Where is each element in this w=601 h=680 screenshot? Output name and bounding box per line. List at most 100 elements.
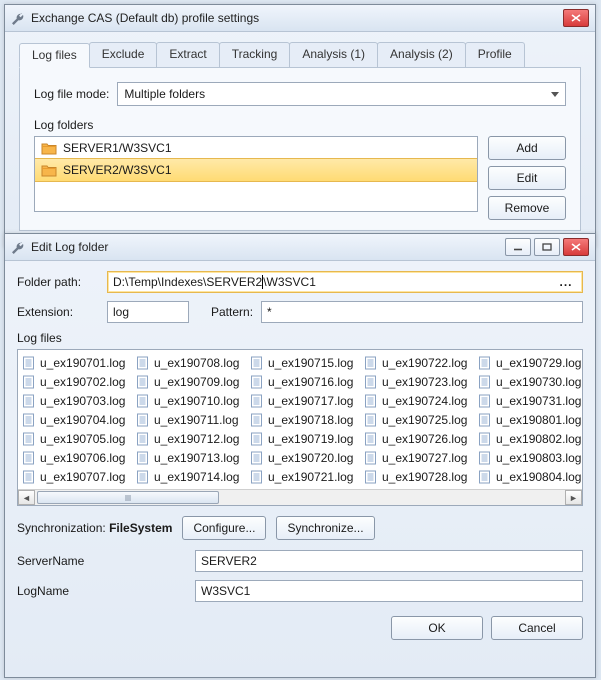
log-file-item[interactable]: u_ex190704.log [22,411,130,429]
log-file-item[interactable]: u_ex190717.log [250,392,358,410]
folder-path-value-b: \W3SVC1 [263,275,316,289]
close-button[interactable] [563,238,589,256]
log-file-item[interactable]: u_ex190803.log [478,449,582,467]
log-file-name: u_ex190803.log [496,451,581,465]
log-file-item[interactable]: u_ex190802.log [478,430,582,448]
log-file-item[interactable]: u_ex190708.log [136,354,244,372]
log-file-item[interactable]: u_ex190730.log [478,373,582,391]
document-icon [250,432,264,446]
servername-input[interactable]: SERVER2 [195,550,583,572]
logname-value: W3SVC1 [201,584,250,598]
add-button[interactable]: Add [488,136,566,160]
folder-item[interactable]: SERVER2/W3SVC1 [34,158,478,182]
log-file-item[interactable]: u_ex190727.log [364,449,472,467]
log-file-item[interactable]: u_ex190729.log [478,354,582,372]
log-file-item[interactable]: u_ex190714.log [136,468,244,486]
tab-analysis-1-[interactable]: Analysis (1) [289,42,378,67]
log-file-item[interactable]: u_ex190721.log [250,468,358,486]
log-file-item[interactable]: u_ex190713.log [136,449,244,467]
document-icon [478,432,492,446]
log-file-name: u_ex190709.log [154,375,239,389]
folder-icon [41,141,57,155]
log-file-name: u_ex190720.log [268,451,353,465]
close-button[interactable] [563,9,589,27]
pattern-label: Pattern: [211,305,253,319]
extension-label: Extension: [17,305,99,319]
log-file-name: u_ex190711.log [154,413,239,427]
scroll-right-button[interactable]: ► [565,490,582,505]
synchronize-button[interactable]: Synchronize... [276,516,374,540]
document-icon [250,413,264,427]
tab-profile[interactable]: Profile [465,42,525,67]
folder-path-input[interactable]: D:\Temp\Indexes\SERVER2\W3SVC1 ... [107,271,583,293]
document-icon [478,394,492,408]
log-file-item[interactable]: u_ex190724.log [364,392,472,410]
log-file-item[interactable]: u_ex190722.log [364,354,472,372]
document-icon [22,375,36,389]
tab-analysis-2-[interactable]: Analysis (2) [377,42,466,67]
log-file-item[interactable]: u_ex190804.log [478,468,582,486]
log-file-item[interactable]: u_ex190731.log [478,392,582,410]
log-file-item[interactable]: u_ex190715.log [250,354,358,372]
document-icon [22,451,36,465]
log-file-item[interactable]: u_ex190716.log [250,373,358,391]
log-file-item[interactable]: u_ex190728.log [364,468,472,486]
document-icon [250,394,264,408]
extension-input[interactable]: log [107,301,189,323]
document-icon [364,451,378,465]
log-file-item[interactable]: u_ex190723.log [364,373,472,391]
scroll-thumb[interactable] [37,491,219,504]
browse-button[interactable]: ... [555,275,577,289]
log-file-item[interactable]: u_ex190725.log [364,411,472,429]
log-file-name: u_ex190712.log [154,432,239,446]
log-folders-list[interactable]: SERVER1/W3SVC1SERVER2/W3SVC1 [34,136,478,212]
extension-value: log [113,305,129,319]
log-file-item[interactable]: u_ex190705.log [22,430,130,448]
log-file-item[interactable]: u_ex190719.log [250,430,358,448]
log-file-item[interactable]: u_ex190726.log [364,430,472,448]
logname-label: LogName [17,584,107,598]
log-file-item[interactable]: u_ex190707.log [22,468,130,486]
remove-button[interactable]: Remove [488,196,566,220]
log-file-item[interactable]: u_ex190702.log [22,373,130,391]
edit-button[interactable]: Edit [488,166,566,190]
log-file-name: u_ex190717.log [268,394,353,408]
ok-button[interactable]: OK [391,616,483,640]
log-file-mode-select[interactable]: Multiple folders [117,82,566,106]
log-file-item[interactable]: u_ex190801.log [478,411,582,429]
scroll-track[interactable] [35,491,565,504]
log-file-item[interactable]: u_ex190718.log [250,411,358,429]
tab-log-files[interactable]: Log files [19,43,90,68]
tab-exclude[interactable]: Exclude [89,42,158,67]
log-file-item[interactable]: u_ex190711.log [136,411,244,429]
maximize-button[interactable] [534,238,560,256]
horizontal-scrollbar[interactable]: ◄ ► [18,489,582,505]
log-file-item[interactable]: u_ex190720.log [250,449,358,467]
log-file-name: u_ex190706.log [40,451,125,465]
scroll-left-button[interactable]: ◄ [18,490,35,505]
log-file-name: u_ex190714.log [154,470,239,484]
tab-tracking[interactable]: Tracking [219,42,291,67]
titlebar[interactable]: Edit Log folder [5,234,595,261]
window-title: Edit Log folder [31,240,499,254]
window-title: Exchange CAS (Default db) profile settin… [31,11,557,25]
configure-button[interactable]: Configure... [182,516,266,540]
log-file-item[interactable]: u_ex190706.log [22,449,130,467]
log-file-name: u_ex190725.log [382,413,467,427]
minimize-button[interactable] [505,238,531,256]
log-file-item[interactable]: u_ex190703.log [22,392,130,410]
titlebar[interactable]: Exchange CAS (Default db) profile settin… [5,5,595,32]
logname-input[interactable]: W3SVC1 [195,580,583,602]
tab-extract[interactable]: Extract [156,42,219,67]
log-file-item[interactable]: u_ex190709.log [136,373,244,391]
log-file-item[interactable]: u_ex190712.log [136,430,244,448]
log-file-name: u_ex190804.log [496,470,581,484]
log-file-name: u_ex190701.log [40,356,125,370]
log-file-item[interactable]: u_ex190701.log [22,354,130,372]
folder-path-value-a: D:\Temp\Indexes\SERVER2 [113,275,262,289]
pattern-input[interactable]: * [261,301,583,323]
cancel-button[interactable]: Cancel [491,616,583,640]
log-file-item[interactable]: u_ex190710.log [136,392,244,410]
folder-item[interactable]: SERVER1/W3SVC1 [35,137,477,159]
log-files-list[interactable]: u_ex190701.log u_ex190702.logu_ex190703.l… [17,349,583,506]
